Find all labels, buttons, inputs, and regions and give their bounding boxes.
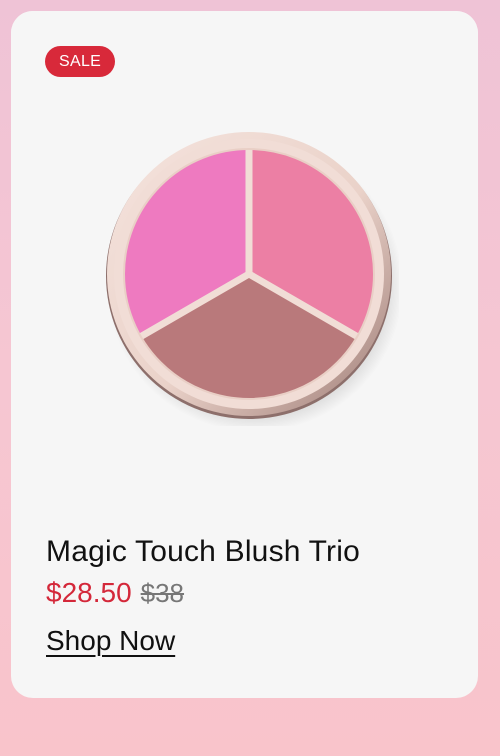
product-card[interactable]: SALE Magic Touch Blush Trio $28.50 $38 S…: [11, 11, 478, 698]
price-row: $28.50 $38: [46, 577, 184, 609]
blush-trio-palette-image: [106, 132, 399, 426]
product-title: Magic Touch Blush Trio: [46, 535, 360, 568]
sale-badge: SALE: [45, 46, 116, 77]
shop-now-link[interactable]: Shop Now: [46, 625, 175, 657]
original-price: $38: [140, 578, 185, 608]
sale-price: $28.50: [46, 577, 132, 608]
product-image-area[interactable]: SALE: [11, 11, 478, 501]
